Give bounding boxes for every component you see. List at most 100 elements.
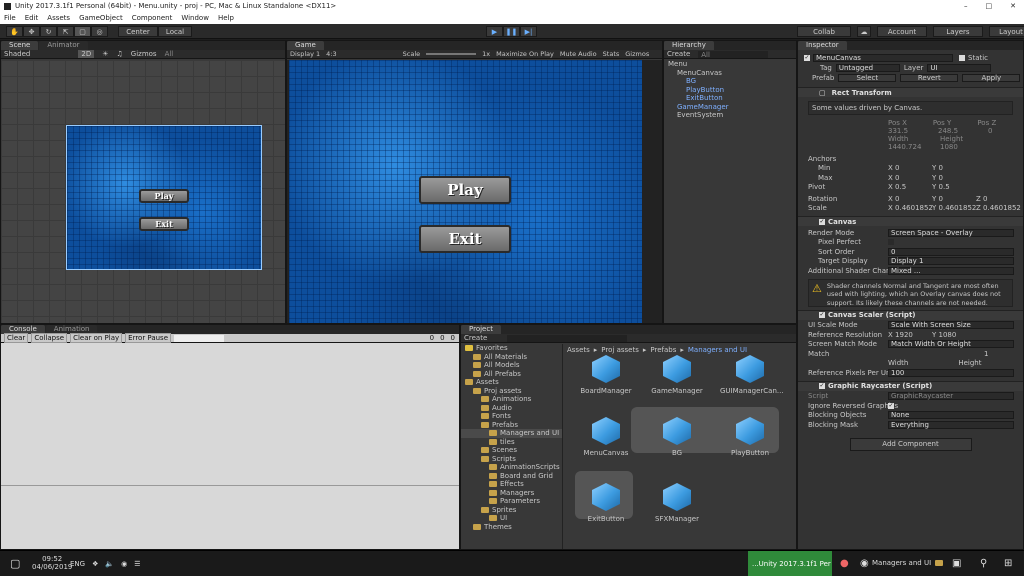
canvas-scaler-header[interactable]: ✓ Canvas Scaler (Script) bbox=[798, 309, 1023, 320]
project-folder-item[interactable]: AnimationScripts bbox=[461, 463, 562, 472]
mute-audio-toggle[interactable]: Mute Audio bbox=[560, 50, 597, 58]
project-folder-item[interactable]: Parameters bbox=[461, 497, 562, 506]
asset-bg[interactable]: BG bbox=[647, 417, 707, 457]
project-search[interactable] bbox=[507, 334, 628, 342]
project-folder-item[interactable]: Fonts bbox=[461, 412, 562, 421]
language-indicator[interactable]: ENG bbox=[70, 560, 85, 568]
ui-scale-mode-dropdown[interactable]: Scale With Screen Size bbox=[888, 321, 1014, 330]
console-search[interactable] bbox=[174, 334, 225, 342]
scene-search[interactable]: All bbox=[165, 50, 174, 58]
blocking-objects-dropdown[interactable]: None bbox=[888, 411, 1014, 420]
move-tool-icon[interactable]: ✥ bbox=[23, 26, 40, 37]
active-checkbox[interactable]: ✓ bbox=[804, 54, 810, 61]
menu-edit[interactable]: Edit bbox=[25, 14, 39, 22]
light-icon[interactable]: ☀ bbox=[102, 50, 108, 58]
console-splitter[interactable] bbox=[1, 485, 459, 486]
scene-exit-button[interactable]: Exit bbox=[139, 217, 189, 231]
project-folder-item[interactable]: Audio bbox=[461, 404, 562, 413]
project-folder-item[interactable]: Sprites bbox=[461, 506, 562, 515]
aspect-dropdown[interactable]: 4:3 bbox=[326, 50, 336, 58]
step-button-icon[interactable]: ▶| bbox=[520, 26, 537, 37]
hand-tool-icon[interactable]: ✋ bbox=[6, 26, 23, 37]
asset-guimanagercanvas[interactable]: GUIManagerCan... bbox=[720, 355, 784, 395]
raycaster-checkbox[interactable]: ✓ bbox=[819, 383, 825, 389]
volume-icon[interactable]: 🔈 bbox=[105, 560, 114, 568]
graphic-raycaster-header[interactable]: ✓ Graphic Raycaster (Script) bbox=[798, 380, 1023, 391]
console-clear-on-play-toggle[interactable]: Clear on Play bbox=[70, 333, 123, 343]
asset-menucanvas[interactable]: MenuCanvas bbox=[576, 417, 636, 457]
breadcrumb-assets[interactable]: Assets bbox=[567, 346, 590, 354]
tag-dropdown[interactable]: Untagged bbox=[835, 64, 900, 72]
menu-file[interactable]: File bbox=[4, 14, 16, 22]
app-icon[interactable]: ◉ bbox=[860, 558, 869, 569]
project-folder-item[interactable]: Proj assets bbox=[461, 387, 562, 396]
network-icon[interactable]: ☰ bbox=[134, 560, 140, 568]
prefab-apply-button[interactable]: Apply bbox=[962, 74, 1021, 82]
menu-gameobject[interactable]: GameObject bbox=[79, 14, 123, 22]
play-button-icon[interactable]: ▶ bbox=[486, 26, 503, 37]
notification-icon[interactable]: ▢ bbox=[10, 557, 20, 570]
ref-res-x[interactable]: X 1920 bbox=[888, 331, 932, 339]
scale-tool-icon[interactable]: ⇱ bbox=[57, 26, 74, 37]
global-local-toggle[interactable]: Local bbox=[158, 26, 192, 37]
width-value[interactable]: 1440.724 bbox=[888, 143, 921, 151]
blocking-mask-dropdown[interactable]: Everything bbox=[888, 420, 1014, 429]
hierarchy-item[interactable]: BG bbox=[664, 77, 796, 86]
hierarchy-item[interactable]: GameManager bbox=[664, 103, 796, 112]
height-value[interactable]: 1080 bbox=[940, 143, 958, 151]
scene-play-button[interactable]: Play bbox=[139, 189, 189, 203]
pivot-y[interactable]: Y 0.5 bbox=[932, 183, 950, 191]
game-exit-button[interactable]: Exit bbox=[419, 225, 511, 253]
pause-button-icon[interactable]: ❚❚ bbox=[503, 26, 520, 37]
hierarchy-create-dropdown[interactable]: Create bbox=[667, 50, 690, 58]
rotation-y[interactable]: Y 0 bbox=[932, 195, 976, 203]
project-create-dropdown[interactable]: Create bbox=[464, 334, 487, 342]
clock-time[interactable]: 09:52 bbox=[32, 555, 72, 563]
target-display-dropdown[interactable]: Display 1 bbox=[888, 257, 1014, 266]
cloud-icon[interactable]: ☁ bbox=[857, 26, 871, 37]
console-clear-button[interactable]: Clear bbox=[4, 333, 29, 343]
prefab-select-button[interactable]: Select bbox=[838, 74, 897, 82]
static-checkbox[interactable] bbox=[959, 54, 965, 61]
anchors-foldout[interactable]: Anchors bbox=[798, 154, 1023, 164]
ignore-reversed-checkbox[interactable]: ✓ bbox=[888, 402, 894, 409]
project-folder-item[interactable]: Favorites bbox=[461, 344, 562, 353]
project-folder-item[interactable]: Board and Grid bbox=[461, 472, 562, 481]
breadcrumb-managers-ui[interactable]: Managers and UI bbox=[688, 346, 747, 354]
scene-canvas-preview[interactable]: Play Exit bbox=[66, 125, 262, 270]
project-folder-item[interactable]: Animations bbox=[461, 395, 562, 404]
min-y[interactable]: Y 0 bbox=[932, 164, 943, 172]
ref-res-y[interactable]: Y 1080 bbox=[932, 331, 956, 339]
match-value[interactable]: 1 bbox=[984, 350, 988, 358]
tab-game[interactable]: Game bbox=[287, 41, 324, 50]
hierarchy-search[interactable]: All bbox=[698, 50, 769, 59]
rotation-x[interactable]: X 0 bbox=[888, 195, 932, 203]
scale-slider[interactable] bbox=[426, 53, 477, 55]
hierarchy-item[interactable]: EventSystem bbox=[664, 111, 796, 120]
max-x[interactable]: X 0 bbox=[888, 174, 932, 182]
canvas-header[interactable]: ✓ Canvas bbox=[798, 216, 1023, 226]
asset-playbutton[interactable]: PlayButton bbox=[720, 417, 780, 457]
layer-dropdown[interactable]: UI bbox=[927, 64, 992, 72]
project-folder-item[interactable]: All Prefabs bbox=[461, 370, 562, 379]
maximize-on-play-toggle[interactable]: Maximize On Play bbox=[496, 50, 554, 58]
display-dropdown[interactable]: Display 1 bbox=[290, 50, 320, 58]
console-warning-count[interactable]: 0 bbox=[440, 334, 444, 342]
match-mode-dropdown[interactable]: Match Width Or Height bbox=[888, 340, 1014, 349]
render-mode-dropdown[interactable]: Screen Space - Overlay bbox=[888, 228, 1014, 237]
rotate-tool-icon[interactable]: ↻ bbox=[40, 26, 57, 37]
close-icon[interactable]: ✕ bbox=[1010, 2, 1016, 10]
taskbar-explorer-item[interactable]: Managers and UI bbox=[872, 559, 946, 567]
asset-gamemanager[interactable]: GameManager bbox=[647, 355, 707, 395]
hierarchy-item[interactable]: ExitButton bbox=[664, 94, 796, 103]
project-folder-item[interactable]: tiles bbox=[461, 438, 562, 447]
project-folder-item[interactable]: Managers and UI bbox=[461, 429, 562, 438]
collab-button[interactable]: Collab bbox=[797, 26, 851, 37]
console-log-count[interactable]: 0 bbox=[430, 334, 434, 342]
mode-2d-toggle[interactable]: 2D bbox=[78, 50, 95, 58]
project-folder-item[interactable]: Prefabs bbox=[461, 421, 562, 430]
add-component-button[interactable]: Add Component bbox=[849, 437, 972, 451]
account-button[interactable]: Account bbox=[877, 26, 927, 37]
tab-animator[interactable]: Animator bbox=[39, 41, 88, 50]
scale-x[interactable]: X 0.4601852 bbox=[888, 204, 933, 212]
